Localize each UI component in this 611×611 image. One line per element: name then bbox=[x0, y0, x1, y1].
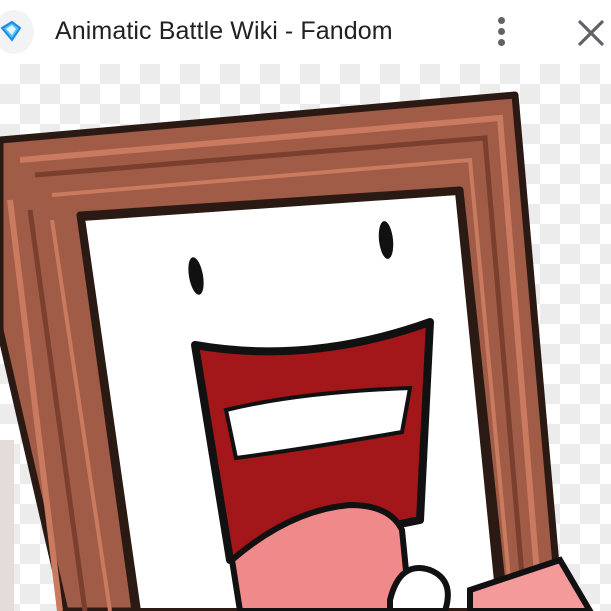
fandom-logo-icon bbox=[0, 10, 34, 54]
frame-character-illustration bbox=[0, 91, 594, 611]
top-bar: Animatic Battle Wiki - Fandom bbox=[0, 0, 611, 64]
close-icon[interactable] bbox=[574, 16, 608, 50]
hand bbox=[387, 565, 451, 611]
page-title[interactable]: Animatic Battle Wiki - Fandom bbox=[55, 17, 393, 46]
preview-image[interactable] bbox=[0, 64, 611, 611]
more-options-icon[interactable] bbox=[488, 14, 516, 50]
